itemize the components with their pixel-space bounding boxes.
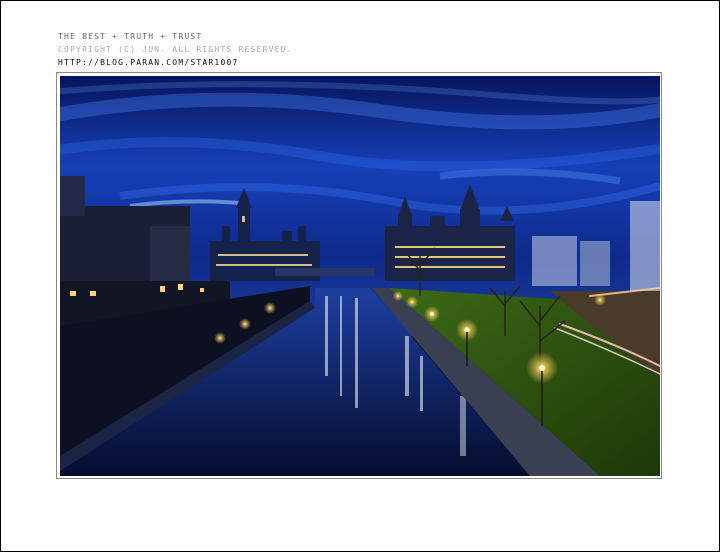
photo (60, 76, 660, 476)
canal-night-photo (60, 76, 660, 476)
distant-bridge (275, 268, 375, 276)
blog-url-link[interactable]: HTTP://BLOG.PARAN.COM/STAR1007 (58, 56, 293, 69)
tagline: THE BEST + TRUTH + TRUST (58, 32, 203, 41)
copyright-notice: COPYRIGHT (C) JUN. ALL RIGHTS RESERVED. (58, 45, 293, 54)
credits-block: THE BEST + TRUTH + TRUST COPYRIGHT (C) J… (58, 30, 293, 69)
